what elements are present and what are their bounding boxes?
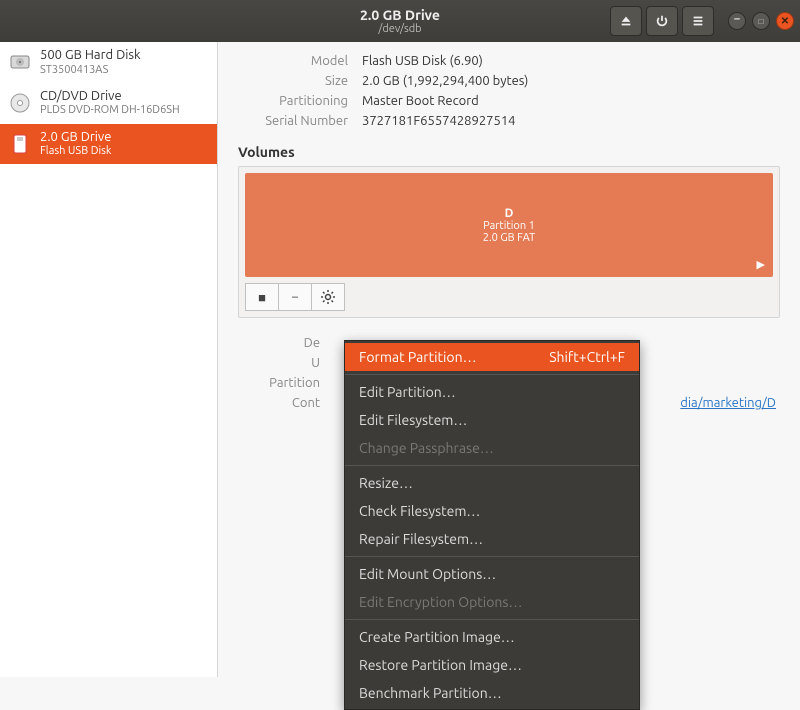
stop-button[interactable]: ■ bbox=[245, 283, 279, 311]
maximize-button[interactable]: □ bbox=[752, 12, 770, 30]
sidebar-item-cddvd[interactable]: CD/DVD Drive PLDS DVD-ROM DH-16D6SH bbox=[0, 83, 217, 124]
contents-label-partial: Cont bbox=[238, 396, 320, 410]
menu-separator bbox=[345, 619, 639, 620]
menu-item-label: Edit Partition… bbox=[359, 384, 456, 400]
sidebar-item-sublabel: ST3500413AS bbox=[40, 64, 141, 77]
partition-name: D bbox=[505, 207, 514, 220]
menu-check-filesystem[interactable]: Check Filesystem… bbox=[345, 497, 639, 525]
menu-separator bbox=[345, 465, 639, 466]
partitioning-value: Master Boot Record bbox=[362, 94, 780, 108]
menu-item-accel: Shift+Ctrl+F bbox=[549, 349, 625, 365]
menu-format-partition[interactable]: Format Partition… Shift+Ctrl+F bbox=[345, 343, 639, 371]
play-icon: ▶ bbox=[757, 258, 765, 271]
minus-icon: − bbox=[291, 290, 298, 304]
menu-item-label: Resize… bbox=[359, 475, 413, 491]
sidebar: 500 GB Hard Disk ST3500413AS CD/DVD Driv… bbox=[0, 42, 218, 677]
menu-edit-encryption-options: Edit Encryption Options… bbox=[345, 588, 639, 616]
model-label: Model bbox=[238, 54, 348, 68]
menu-separator bbox=[345, 374, 639, 375]
eject-icon bbox=[619, 14, 633, 28]
sidebar-item-label: 2.0 GB Drive bbox=[40, 130, 111, 146]
remove-button[interactable]: − bbox=[278, 283, 312, 311]
sidebar-item-usb[interactable]: 2.0 GB Drive Flash USB Disk bbox=[0, 124, 217, 165]
minimize-icon: – bbox=[734, 13, 740, 25]
menu-separator bbox=[345, 556, 639, 557]
hdd-icon bbox=[8, 50, 32, 74]
menu-item-label: Edit Filesystem… bbox=[359, 412, 467, 428]
menu-edit-partition[interactable]: Edit Partition… bbox=[345, 378, 639, 406]
close-icon: ✕ bbox=[781, 15, 789, 27]
minimize-button[interactable]: – bbox=[728, 12, 746, 30]
close-button[interactable]: ✕ bbox=[776, 12, 794, 30]
sidebar-item-sublabel: Flash USB Disk bbox=[40, 145, 111, 158]
maximize-icon: □ bbox=[759, 17, 764, 26]
menu-edit-filesystem[interactable]: Edit Filesystem… bbox=[345, 406, 639, 434]
menu-item-label: Restore Partition Image… bbox=[359, 657, 522, 673]
menu-benchmark-partition[interactable]: Benchmark Partition… bbox=[345, 679, 639, 707]
menu-resize[interactable]: Resize… bbox=[345, 469, 639, 497]
partition-context-menu: Format Partition… Shift+Ctrl+F Edit Part… bbox=[344, 340, 640, 710]
menu-create-partition-image[interactable]: Create Partition Image… bbox=[345, 623, 639, 651]
serial-label: Serial Number bbox=[238, 114, 348, 128]
eject-button[interactable] bbox=[610, 6, 642, 36]
gear-icon bbox=[320, 289, 336, 305]
partition-type-label-partial: Partition bbox=[238, 376, 320, 390]
menu-edit-mount-options[interactable]: Edit Mount Options… bbox=[345, 560, 639, 588]
contents-link[interactable]: dia/marketing/D bbox=[680, 396, 776, 410]
partition-index: Partition 1 bbox=[483, 220, 535, 232]
volumes-box: D Partition 1 2.0 GB FAT ▶ ■ − bbox=[238, 166, 780, 318]
menu-item-label: Repair Filesystem… bbox=[359, 531, 483, 547]
model-value: Flash USB Disk (6.90) bbox=[362, 54, 780, 68]
sidebar-item-label: 500 GB Hard Disk bbox=[40, 48, 141, 64]
menu-restore-partition-image[interactable]: Restore Partition Image… bbox=[345, 651, 639, 679]
disc-icon bbox=[8, 91, 32, 115]
titlebar: 2.0 GB Drive /dev/sdb – □ ✕ bbox=[0, 0, 800, 42]
partition-block[interactable]: D Partition 1 2.0 GB FAT ▶ bbox=[245, 173, 773, 277]
menu-item-label: Edit Mount Options… bbox=[359, 566, 496, 582]
volumes-heading: Volumes bbox=[238, 144, 780, 160]
menu-button[interactable] bbox=[682, 6, 714, 36]
size-label: Size bbox=[238, 74, 348, 88]
sidebar-item-hdd[interactable]: 500 GB Hard Disk ST3500413AS bbox=[0, 42, 217, 83]
uuid-label-partial: U bbox=[238, 356, 320, 370]
power-button[interactable] bbox=[646, 6, 678, 36]
sidebar-item-label: CD/DVD Drive bbox=[40, 89, 180, 105]
partitioning-label: Partitioning bbox=[238, 94, 348, 108]
stop-icon: ■ bbox=[258, 290, 266, 305]
menu-item-label: Edit Encryption Options… bbox=[359, 594, 522, 610]
menu-item-label: Format Partition… bbox=[359, 349, 477, 365]
menu-item-label: Create Partition Image… bbox=[359, 629, 515, 645]
serial-value: 3727181F6557428927514 bbox=[362, 114, 780, 128]
menu-item-label: Benchmark Partition… bbox=[359, 685, 502, 701]
usb-icon bbox=[8, 132, 32, 156]
gear-button[interactable] bbox=[311, 283, 345, 311]
hamburger-icon bbox=[691, 14, 705, 28]
power-icon bbox=[655, 14, 669, 28]
partition-size: 2.0 GB FAT bbox=[483, 232, 535, 244]
menu-item-label: Change Passphrase… bbox=[359, 440, 494, 456]
menu-item-label: Check Filesystem… bbox=[359, 503, 480, 519]
menu-repair-filesystem[interactable]: Repair Filesystem… bbox=[345, 525, 639, 553]
sidebar-item-sublabel: PLDS DVD-ROM DH-16D6SH bbox=[40, 104, 180, 117]
device-label-partial: De bbox=[238, 336, 320, 350]
menu-change-passphrase: Change Passphrase… bbox=[345, 434, 639, 462]
size-value: 2.0 GB (1,992,294,400 bytes) bbox=[362, 74, 780, 88]
